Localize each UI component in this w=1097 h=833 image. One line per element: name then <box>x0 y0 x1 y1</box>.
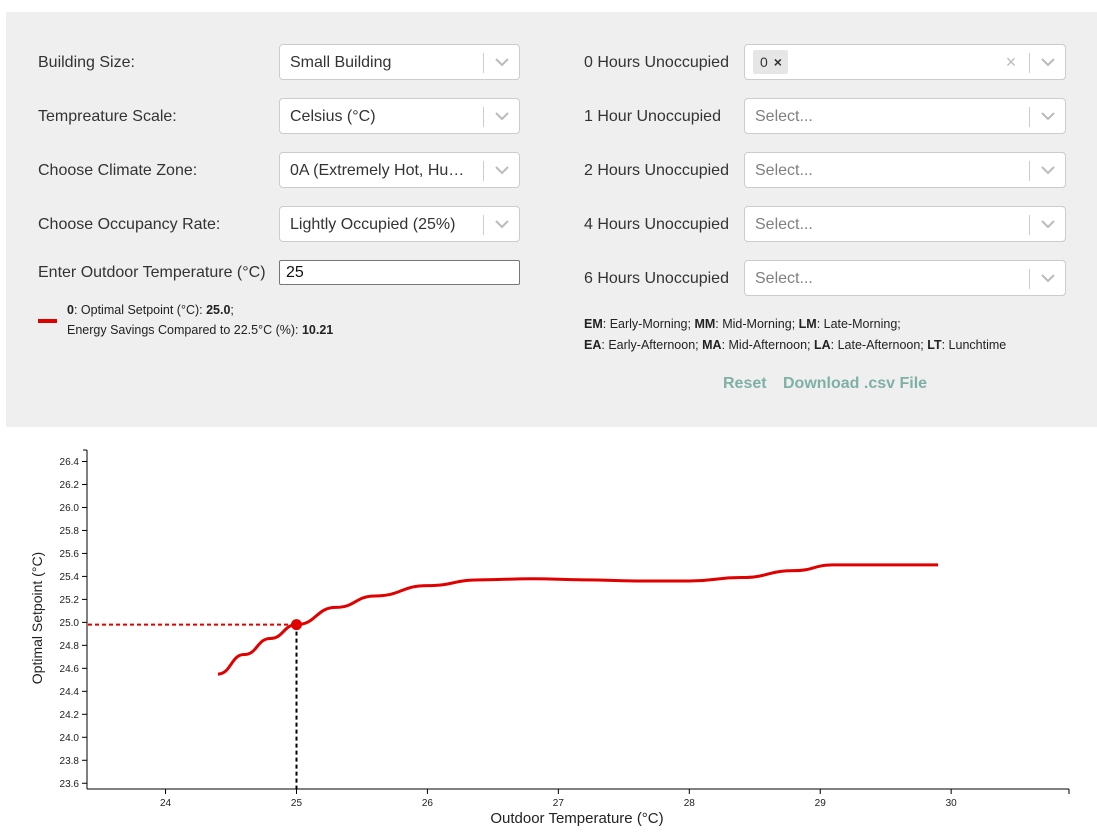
setpoint-result-line: 0: Optimal Setpoint (°C): 25.0; <box>67 303 234 317</box>
x-tick-label: 27 <box>553 798 565 809</box>
y-tick-label: 25.6 <box>60 549 80 560</box>
series-id: 0 <box>67 303 74 317</box>
occupancy-rate-label: Choose Occupancy Rate: <box>38 216 221 233</box>
y-tick-label: 23.8 <box>60 756 80 767</box>
abbr-mm-text: : Mid-Morning; <box>715 317 799 331</box>
download-csv-button[interactable]: Download .csv File <box>783 375 927 393</box>
clear-icon[interactable]: × <box>1001 45 1021 79</box>
unoccupied-6h-label: 6 Hours Unoccupied <box>584 270 729 287</box>
y-tick-label: 25.0 <box>60 618 80 629</box>
selected-tag: 0 × <box>753 50 788 74</box>
x-tick-label: 25 <box>291 798 303 809</box>
temperature-scale-label: Tempreature Scale: <box>38 108 177 125</box>
abbr-la: LA <box>813 338 831 352</box>
building-size-select[interactable]: Small Building <box>279 44 520 80</box>
y-tick-label: 26.2 <box>60 480 80 491</box>
outdoor-temperature-label: Enter Outdoor Temperature (°C) <box>38 264 266 281</box>
unoccupied-4h-placeholder: Select... <box>755 216 813 233</box>
setpoint-result-label: : Optimal Setpoint (°C): <box>73 303 207 317</box>
temperature-scale-value: Celsius (°C) <box>290 108 376 125</box>
selected-tag-value: 0 <box>760 54 768 70</box>
building-size-value: Small Building <box>290 54 392 71</box>
unoccupied-6h-select[interactable]: Select... <box>744 260 1066 296</box>
unoccupied-1h-label: 1 Hour Unoccupied <box>584 108 721 125</box>
setpoint-result-end: ; <box>230 303 234 317</box>
temperature-scale-select[interactable]: Celsius (°C) <box>279 98 520 134</box>
occupancy-rate-select[interactable]: Lightly Occupied (25%) <box>279 206 520 242</box>
abbr-lm: LM <box>798 317 817 331</box>
series-line <box>217 563 939 676</box>
y-tick-label: 24.4 <box>60 687 80 698</box>
x-tick-label: 24 <box>160 798 172 809</box>
climate-zone-value: 0A (Extremely Hot, Humid) <box>290 162 470 179</box>
y-tick-label: 26.0 <box>60 503 80 514</box>
tag-remove-icon[interactable]: × <box>772 54 788 70</box>
unoccupied-0h-label: 0 Hours Unoccupied <box>584 54 729 71</box>
unoccupied-2h-placeholder: Select... <box>755 162 813 179</box>
abbr-em-text: : Early-Morning; <box>602 317 695 331</box>
abbr-mm: MM <box>694 317 716 331</box>
energy-savings-line: Energy Savings Compared to 22.5°C (%): 1… <box>67 323 333 337</box>
chevron-down-icon[interactable] <box>1030 207 1066 241</box>
outdoor-temperature-input[interactable] <box>279 260 520 285</box>
abbr-ma: MA <box>702 338 722 352</box>
chevron-down-icon[interactable] <box>484 153 520 187</box>
abbr-ea-text: : Early-Afternoon; <box>601 338 703 352</box>
abbr-lm-text: : Late-Morning; <box>816 317 901 331</box>
y-tick-label: 25.8 <box>60 526 80 537</box>
chevron-down-icon[interactable] <box>1030 45 1066 79</box>
abbr-ma-text: : Mid-Afternoon; <box>721 338 814 352</box>
abbreviation-legend-line-1: EM: Early-Morning; MM: Mid-Morning; LM: … <box>584 317 901 331</box>
y-tick-label: 24.6 <box>60 664 80 675</box>
unoccupied-2h-label: 2 Hours Unoccupied <box>584 162 729 179</box>
chevron-down-icon[interactable] <box>484 99 520 133</box>
climate-zone-label: Choose Climate Zone: <box>38 162 198 179</box>
y-tick-label: 25.4 <box>60 572 80 583</box>
setpoint-chart: Optimal Setpoint (°C) Outdoor Temperatur… <box>29 449 1070 827</box>
chevron-down-icon[interactable] <box>484 207 520 241</box>
chevron-down-icon[interactable] <box>1030 261 1066 295</box>
unoccupied-0h-select[interactable]: 0 × × <box>744 44 1066 80</box>
setpoint-value: 25.0 <box>206 303 231 317</box>
energy-savings-value: 10.21 <box>301 323 334 337</box>
occupancy-rate-value: Lightly Occupied (25%) <box>290 216 456 233</box>
unoccupied-1h-placeholder: Select... <box>755 108 813 125</box>
x-tick-label: 26 <box>422 798 434 809</box>
unoccupied-4h-label: 4 Hours Unoccupied <box>584 216 729 233</box>
y-tick-label: 24.0 <box>60 733 80 744</box>
x-tick-label: 28 <box>684 798 696 809</box>
unoccupied-6h-placeholder: Select... <box>755 270 813 287</box>
abbr-lt: LT <box>927 338 942 352</box>
abbr-lt-text: : Lunchtime <box>941 338 1007 352</box>
abbreviation-legend-line-2: EA: Early-Afternoon; MA: Mid-Afternoon; … <box>584 338 1006 352</box>
energy-savings-label: Energy Savings Compared to 22.5°C (%): <box>67 323 302 337</box>
unoccupied-4h-select[interactable]: Select... <box>744 206 1066 242</box>
y-tick-label: 24.2 <box>60 710 80 721</box>
y-tick-label: 25.2 <box>60 595 80 606</box>
abbr-la-text: : Late-Afternoon; <box>830 338 928 352</box>
chevron-down-icon[interactable] <box>1030 153 1066 187</box>
y-tick-label: 26.4 <box>60 457 80 468</box>
x-axis-label: Outdoor Temperature (°C) <box>490 810 663 827</box>
climate-zone-select[interactable]: 0A (Extremely Hot, Humid) <box>279 152 520 188</box>
unoccupied-1h-select[interactable]: Select... <box>744 98 1066 134</box>
building-size-label: Building Size: <box>38 54 135 71</box>
chevron-down-icon[interactable] <box>1030 99 1066 133</box>
series-legend-swatch <box>38 319 57 323</box>
x-tick-label: 30 <box>946 798 958 809</box>
reset-button[interactable]: Reset <box>723 375 767 393</box>
abbr-ea: EA <box>584 338 602 352</box>
unoccupied-2h-select[interactable]: Select... <box>744 152 1066 188</box>
y-tick-label: 24.8 <box>60 641 80 652</box>
abbr-em: EM <box>584 317 603 331</box>
y-tick-label: 23.6 <box>60 779 80 790</box>
y-axis-label: Optimal Setpoint (°C) <box>29 552 45 684</box>
highlight-point <box>290 619 302 631</box>
chevron-down-icon[interactable] <box>484 45 520 79</box>
x-tick-label: 29 <box>815 798 827 809</box>
